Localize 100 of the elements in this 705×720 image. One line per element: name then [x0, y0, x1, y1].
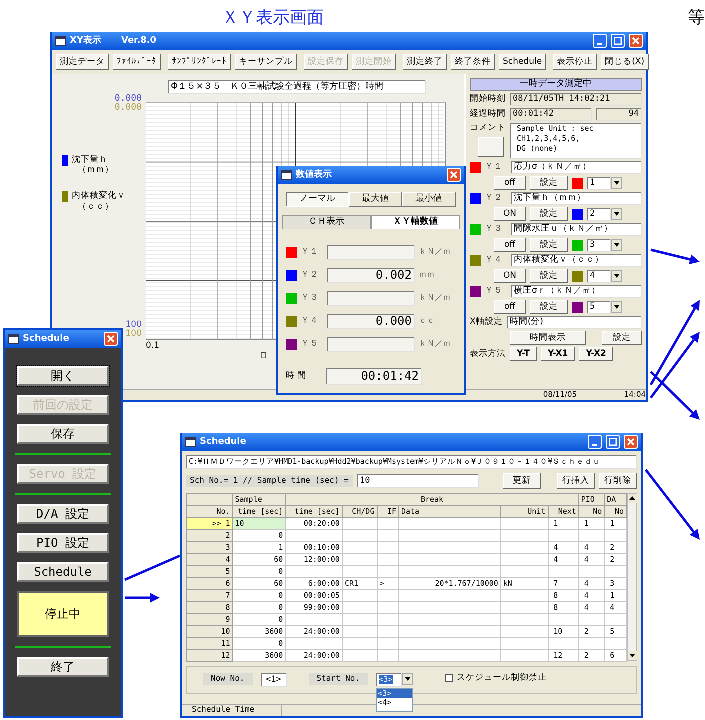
axis-value: 0.1 [146, 341, 160, 353]
mode-tab[interactable]: 最小値 [402, 192, 456, 207]
close-icon[interactable] [107, 335, 115, 343]
close-button[interactable] [624, 435, 638, 449]
toggle-button[interactable]: off [494, 238, 526, 252]
toolbar-button[interactable]: ｻﾝﾌﾟﾘﾝｸﾞﾚｰﾄ [168, 54, 231, 70]
version-label: Ver.8.0 [121, 36, 157, 46]
axis-value: 100 [126, 321, 142, 330]
mode-button[interactable]: Y-X2 [579, 347, 614, 361]
toolbar-button[interactable]: 測定終了 [403, 54, 447, 70]
channel-name-field: 沈下量ｈ（ｍｍ） [511, 192, 642, 205]
status-banner: 一時データ測定中 [470, 78, 642, 91]
channel-label: Ｙ２ [301, 270, 320, 280]
toolbar-button[interactable]: ﾌｧｲﾙﾃﾞｰﾀ [113, 54, 161, 70]
settings-button[interactable]: 設定 [530, 176, 568, 190]
view-tab[interactable]: ＸＹ軸数値 [371, 214, 460, 229]
scroll-down-icon[interactable] [628, 651, 637, 660]
sample-time-label: Sch No.= 1 // Sample time (sec) = [186, 475, 353, 487]
toolbar-button[interactable]: 閉じる(X) [601, 54, 649, 70]
channel-label: Ｙ３ [485, 224, 504, 235]
field-label: コメント [470, 123, 506, 134]
close-icon[interactable] [450, 171, 458, 179]
channel-label: Ｙ５ [485, 286, 504, 297]
value-field: 0.000 [327, 314, 415, 329]
sample-time-field: 10 [356, 474, 480, 488]
time-display-button[interactable]: 時間表示 [510, 331, 586, 345]
legend-unit: （ｍｍ） [77, 165, 114, 176]
field-label: X軸設定 [470, 317, 503, 328]
maximize-button[interactable] [606, 435, 620, 449]
unit-label: ｋＮ／ｍ [419, 293, 451, 303]
channel-label: Ｙ５ [301, 339, 320, 350]
count-field: 94 [596, 108, 642, 121]
mode-tab[interactable]: ノーマル [286, 192, 349, 207]
axis-value: 100 [126, 330, 142, 339]
checkbox[interactable] [445, 674, 454, 682]
toggle-button[interactable]: ON [494, 269, 526, 283]
toggle-button[interactable]: off [494, 300, 526, 314]
checkbox-label: スケジュール制御禁止 [457, 673, 548, 684]
caption: ＸＹ表示画面 [222, 8, 324, 28]
channel-number-dropdown[interactable]: 3 [587, 238, 611, 252]
toolbar-button[interactable]: キーサンプル [235, 54, 297, 70]
channel-label: Ｙ１ [301, 247, 320, 258]
channel-label: Ｙ３ [301, 293, 320, 304]
channel-number-dropdown[interactable]: 5 [587, 300, 611, 314]
toolbar-button[interactable]: 測定データ [56, 54, 109, 70]
menu-button[interactable]: 保存 [17, 424, 109, 444]
close-button[interactable] [629, 34, 643, 48]
settings-button[interactable]: 設定 [530, 269, 568, 283]
toolbar-button[interactable]: Schedule [499, 54, 546, 70]
menu-button[interactable]: Schedule [17, 562, 109, 582]
channel-name-field: 間隙水圧ｕ（ｋＮ／㎡） [511, 223, 642, 236]
arrow [650, 248, 700, 264]
field-label: 開始時刻 [470, 94, 506, 105]
settings-button[interactable]: 設定 [530, 300, 568, 314]
value-field: 0.002 [327, 268, 415, 283]
settings-button[interactable]: 設定 [530, 207, 568, 221]
menu-button[interactable]: PIO 設定 [17, 533, 109, 553]
minimize-button[interactable] [593, 34, 607, 48]
x-axis-field: 時間(分) [506, 316, 642, 329]
channel-number-dropdown[interactable]: 4 [587, 270, 611, 282]
settings-button[interactable]: 設定 [602, 331, 642, 345]
window-icon [281, 170, 292, 180]
settings-button[interactable]: 設定 [530, 238, 568, 252]
blank-button[interactable] [478, 137, 504, 158]
arrow [650, 332, 700, 399]
toggle-button[interactable]: ON [494, 207, 526, 221]
mode-tab[interactable]: 最大値 [348, 192, 402, 207]
mode-button[interactable]: Y-X1 [540, 347, 576, 361]
channel-number-dropdown[interactable]: 1 [587, 176, 611, 190]
menu-button[interactable]: 開く [17, 366, 109, 386]
channel-number-dropdown[interactable]: 2 [587, 208, 611, 220]
close-button[interactable] [447, 168, 461, 182]
window-icon [185, 437, 196, 447]
toolbar-button[interactable]: 行削除 [599, 473, 637, 489]
minimize-button[interactable] [588, 435, 602, 449]
toolbar-button[interactable]: 終了条件 [451, 54, 495, 70]
window-icon [8, 334, 19, 344]
channel-label: Ｙ４ [485, 255, 504, 266]
close-icon[interactable] [627, 438, 635, 446]
toolbar-button[interactable]: 表示停止 [553, 54, 598, 70]
menu-button[interactable]: 終了 [17, 657, 109, 677]
close-button[interactable] [104, 332, 118, 346]
maximize-button[interactable] [611, 34, 625, 48]
mode-button[interactable]: Y-T [510, 347, 537, 361]
arrow [125, 593, 160, 603]
view-tab[interactable]: ＣＨ表示 [282, 214, 371, 229]
toolbar-button[interactable]: 更新 [503, 473, 542, 489]
scrollbar[interactable] [627, 493, 637, 661]
channel-name-field: 応力σ（ｋＮ／㎡） [511, 161, 642, 174]
menu-button[interactable]: D/A 設定 [17, 504, 109, 524]
scroll-up-icon[interactable] [628, 494, 637, 503]
maximize-icon[interactable] [609, 438, 617, 446]
window-title: Schedule [200, 436, 246, 448]
close-icon[interactable] [632, 37, 640, 45]
toggle-button[interactable]: off [494, 176, 526, 190]
toolbar-button[interactable]: 行挿入 [557, 473, 596, 489]
window-title: Schedule [23, 334, 70, 344]
maximize-icon[interactable] [614, 37, 622, 45]
window-icon [55, 36, 66, 46]
legend-label: 内体積変化ｖ [72, 191, 126, 202]
